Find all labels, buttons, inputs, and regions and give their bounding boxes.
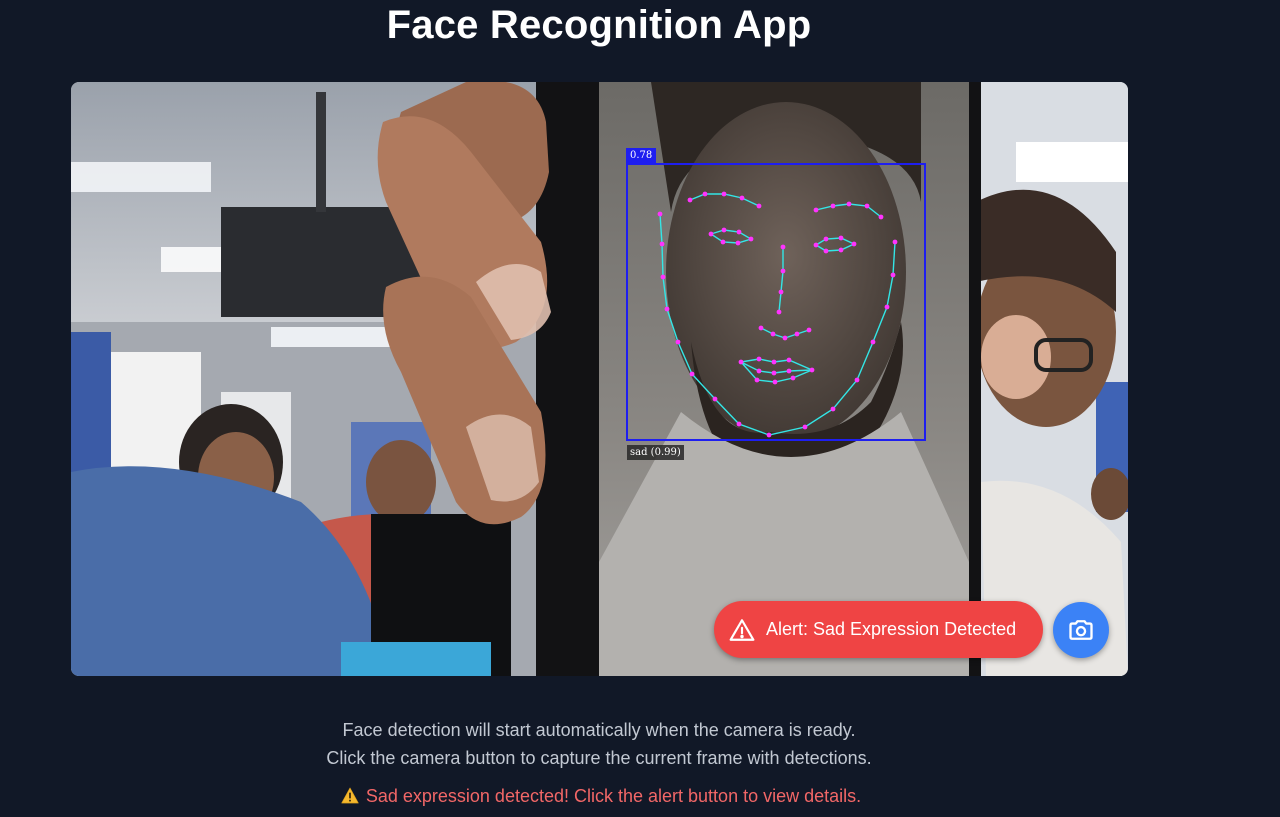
warning-triangle-icon (729, 617, 755, 643)
warning-emoji-icon (341, 784, 359, 812)
info-text-capture-hint: Click the camera button to capture the c… (326, 748, 872, 768)
expression-label: sad (0.99) (627, 445, 684, 460)
face-detection-box (626, 163, 926, 441)
sad-expression-alert-button[interactable]: Alert: Sad Expression Detected (714, 601, 1043, 658)
detection-score-label: 0.78 (626, 148, 657, 163)
page-title: Face Recognition App (386, 3, 812, 47)
alert-button-label: Alert: Sad Expression Detected (766, 619, 1017, 639)
face-landmarks-overlay (657, 191, 898, 438)
warning-text: Sad expression detected! Click the alert… (365, 786, 862, 806)
camera-icon (1067, 616, 1095, 644)
sad-expression-warning-message: Sad expression detected! Click the alert… (0, 782, 1202, 812)
capture-frame-button[interactable] (1053, 602, 1109, 658)
info-text-auto-start: Face detection will start automatically … (342, 720, 856, 740)
camera-video-feed: 0.78 sad (0.99) Alert: Sad Expression De… (71, 82, 1128, 676)
